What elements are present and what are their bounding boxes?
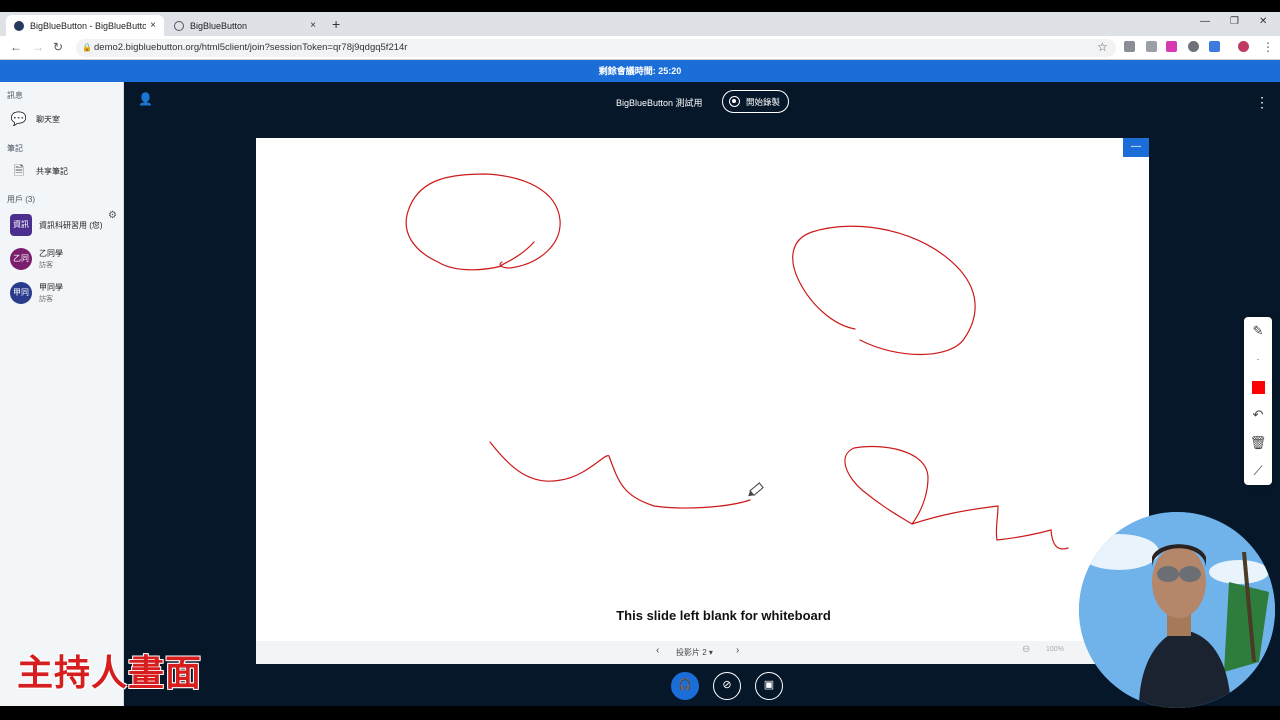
- camera-off-icon[interactable]: ⊘: [713, 672, 741, 700]
- lock-icon: 🔒: [82, 43, 92, 52]
- bbb-favicon-icon: [14, 20, 24, 31]
- pen-stroke: [844, 445, 1069, 550]
- user-icon[interactable]: 👤: [138, 92, 153, 106]
- meeting-title: BigBlueButton 測試用: [616, 98, 703, 108]
- browser-menu-icon[interactable]: ⋮: [1262, 40, 1274, 54]
- profile-avatar[interactable]: [1238, 41, 1249, 52]
- pencil-cursor-icon: [748, 482, 764, 497]
- new-tab-button[interactable]: +: [332, 16, 340, 32]
- record-button[interactable]: 開始錄製: [722, 90, 789, 113]
- translate-extension-icon[interactable]: [1209, 41, 1220, 52]
- user-role: 訪客: [39, 296, 53, 303]
- tab-close-icon[interactable]: ×: [146, 20, 160, 31]
- extension-icon[interactable]: [1188, 41, 1199, 52]
- pen-stroke: [489, 441, 751, 509]
- url-text: demo2.bigbluebutton.org/html5client/join…: [94, 42, 408, 53]
- notes-section-title: 筆記: [7, 144, 23, 153]
- whiteboard-drawing: [405, 173, 1069, 550]
- presentation-toolbar: ‹ 投影片 2 ▾ › ⊖ 100%: [256, 641, 1149, 664]
- previous-slide-icon[interactable]: ‹: [656, 645, 659, 656]
- bookmark-star-icon[interactable]: ☆: [1097, 40, 1108, 54]
- globe-icon: [174, 20, 184, 31]
- record-icon: [729, 96, 740, 107]
- user-name: 甲同學: [39, 283, 63, 292]
- url-field[interactable]: 🔒 demo2.bigbluebutton.org/html5client/jo…: [76, 39, 1116, 57]
- pencil-icon[interactable]: ✎: [1244, 317, 1272, 345]
- pen-stroke: [405, 173, 561, 271]
- slide-caption: This slide left blank for whiteboard: [616, 608, 831, 623]
- avatar: 甲同: [10, 282, 32, 304]
- user-list-item[interactable]: 乙同 乙同學 訪客: [10, 248, 63, 270]
- tab-close-icon[interactable]: ×: [306, 20, 320, 31]
- address-bar: ← → ↻ 🔒 demo2.bigbluebutton.org/html5cli…: [0, 36, 1280, 60]
- gear-icon[interactable]: ⚙: [108, 210, 117, 221]
- browser-tab[interactable]: BigBlueButton ×: [166, 15, 324, 36]
- sidebar: 訊息 💬 聊天室 筆記 🗎 共享筆記 用戶 (3) ⚙ 資訊 資訊科研習用 (您…: [0, 82, 124, 706]
- browser-tab-active[interactable]: BigBlueButton - BigBlueButton ×: [6, 15, 164, 36]
- minimize-presentation-button[interactable]: —: [1123, 138, 1149, 157]
- chat-icon: 💬: [10, 111, 28, 126]
- shared-notes-item[interactable]: 🗎 共享筆記: [10, 162, 68, 180]
- pen-strokes: [405, 173, 1069, 550]
- top-navigation: 👤 BigBlueButton 測試用 開始錄製 ⋮: [124, 82, 1280, 122]
- user-role: 訪客: [39, 262, 53, 269]
- color-picker-button[interactable]: [1244, 373, 1272, 401]
- whiteboard-toolbar: ✎ · ↶ 🗑 ⟋: [1244, 317, 1272, 485]
- headset-icon[interactable]: 🎧: [671, 672, 699, 700]
- restore-window-icon[interactable]: ❐: [1230, 16, 1239, 27]
- slide-selector[interactable]: 投影片 2 ▾: [676, 647, 713, 658]
- user-list-item[interactable]: 甲同 甲同學 訪客: [10, 282, 63, 304]
- zoom-out-icon[interactable]: ⊖: [1022, 644, 1030, 655]
- options-menu-icon[interactable]: ⋮: [1255, 94, 1269, 111]
- extension-icon[interactable]: [1166, 41, 1177, 52]
- pen-stroke: [792, 225, 976, 356]
- minimize-window-icon[interactable]: —: [1200, 16, 1210, 27]
- thickness-dot-icon[interactable]: ·: [1244, 345, 1272, 373]
- extension-icon[interactable]: [1146, 41, 1157, 52]
- remaining-time-banner: 剩餘會議時間: 25:20: [0, 60, 1280, 82]
- next-slide-icon[interactable]: ›: [736, 645, 739, 656]
- avatar: 資訊: [10, 214, 32, 236]
- reload-icon[interactable]: ↻: [53, 40, 63, 54]
- screenshare-off-icon[interactable]: ▣: [755, 672, 783, 700]
- close-window-icon[interactable]: ✕: [1259, 16, 1267, 27]
- user-name: 資訊科研習用 (您): [39, 220, 103, 230]
- whiteboard-multiuser-icon[interactable]: ⟋: [1244, 457, 1272, 485]
- chat-label: 聊天室: [36, 114, 60, 124]
- extension-grid-icon[interactable]: [1124, 41, 1135, 52]
- avatar: 乙同: [10, 248, 32, 270]
- notes-icon: 🗎: [13, 163, 25, 178]
- shared-notes-label: 共享筆記: [36, 166, 68, 176]
- user-list-item[interactable]: 資訊 資訊科研習用 (您): [10, 214, 103, 236]
- webcam-image: [1079, 512, 1275, 708]
- record-label: 開始錄製: [746, 96, 781, 107]
- user-name: 乙同學: [39, 249, 63, 258]
- messages-section-title: 訊息: [7, 91, 23, 100]
- presenter-webcam: [1079, 512, 1275, 708]
- tab-title: BigBlueButton - BigBlueButton: [30, 20, 146, 31]
- chat-item[interactable]: 💬 聊天室: [10, 110, 60, 128]
- zoom-level: 100%: [1046, 646, 1064, 653]
- trash-icon[interactable]: 🗑: [1244, 429, 1272, 457]
- color-swatch: [1251, 381, 1265, 395]
- slide-label: 投影片 2: [676, 648, 707, 657]
- presenter-label: 主持人畫面: [17, 652, 203, 693]
- forward-arrow-icon[interactable]: →: [32, 40, 44, 54]
- back-arrow-icon[interactable]: ←: [10, 40, 22, 54]
- undo-icon[interactable]: ↶: [1244, 401, 1272, 429]
- tab-bar: BigBlueButton - BigBlueButton × BigBlueB…: [0, 12, 1280, 36]
- tab-title: BigBlueButton: [190, 20, 248, 31]
- users-section-title: 用戶 (3): [7, 195, 35, 204]
- whiteboard[interactable]: — This slide left blank for whiteboard ‹…: [256, 138, 1149, 664]
